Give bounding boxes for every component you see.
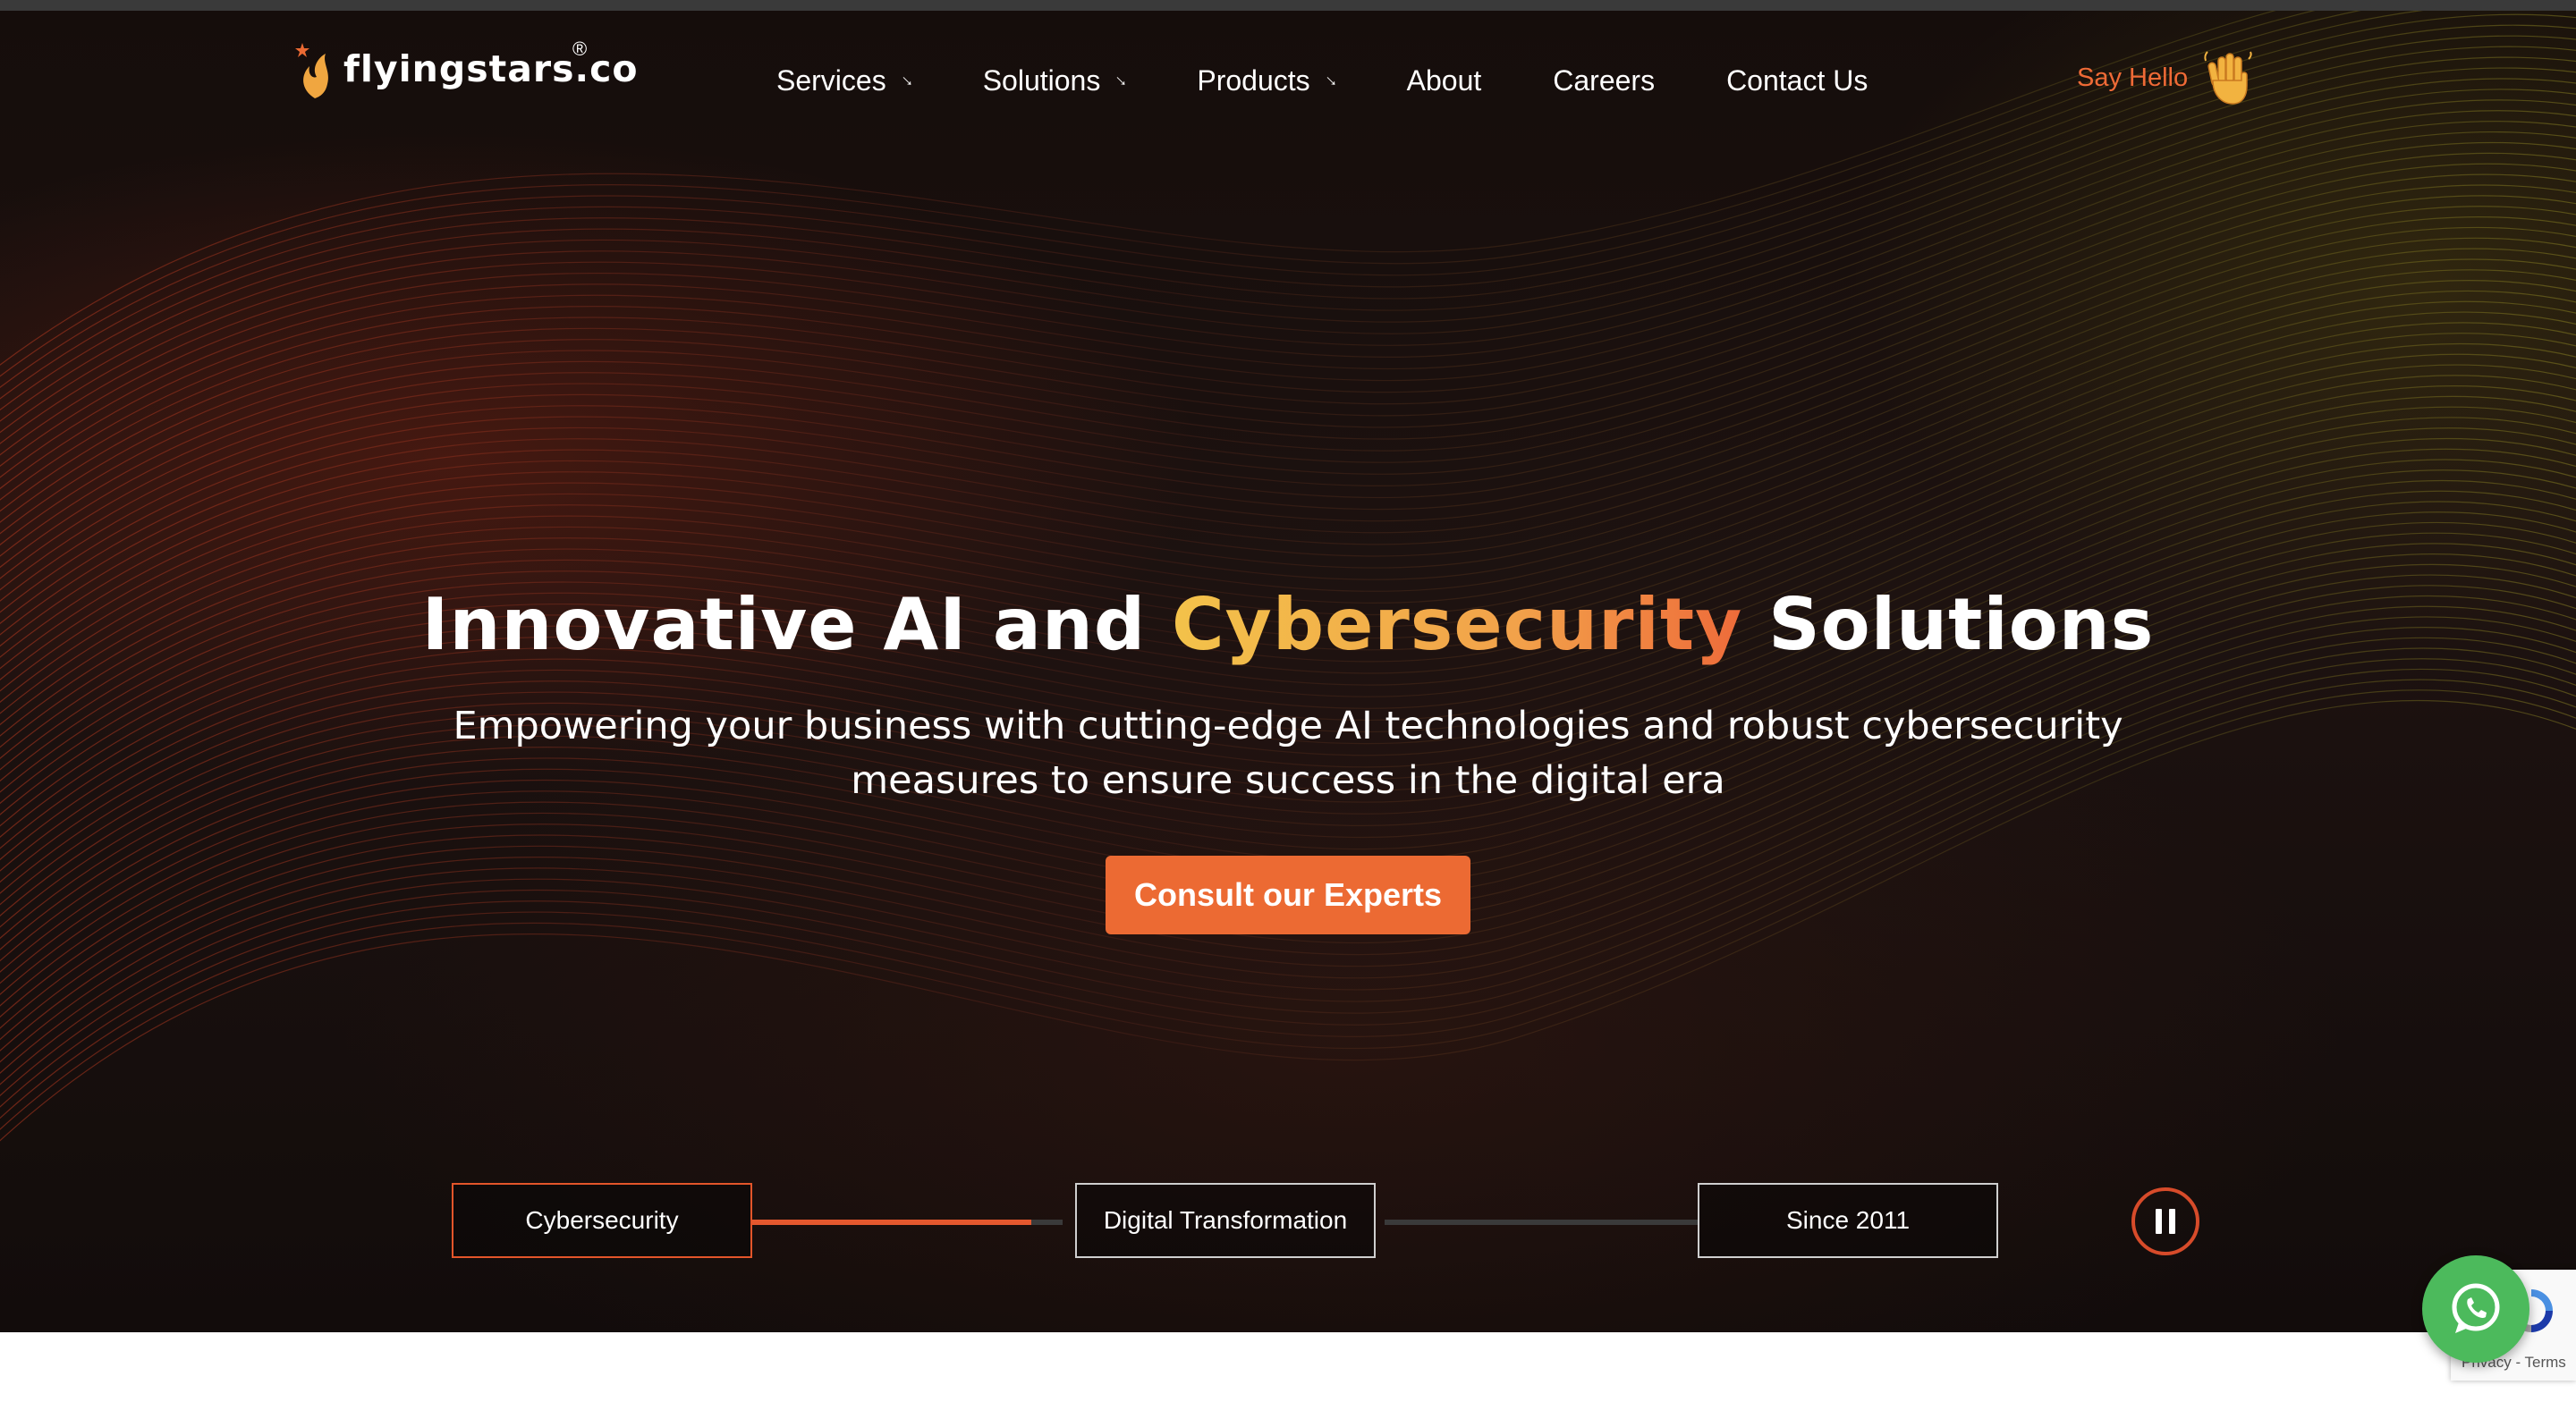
- nav-item-label: About: [1406, 63, 1482, 97]
- timeline-progress-track: [752, 1220, 1063, 1225]
- consult-experts-button[interactable]: Consult our Experts: [1106, 856, 1470, 934]
- whatsapp-icon: [2452, 1283, 2500, 1333]
- wave-line: [0, 417, 2576, 839]
- subheadline-line: Empowering your business with cutting-ed…: [453, 704, 2123, 748]
- wave-line: [0, 99, 2576, 502]
- nav-item-label: Products: [1197, 63, 1310, 97]
- wave-line: [0, 258, 2576, 670]
- nav-item-contact-us[interactable]: Contact Us: [1726, 64, 1868, 97]
- timeline-item-cybersecurity[interactable]: Cybersecurity: [452, 1183, 752, 1258]
- timeline-progress-track: [1385, 1220, 1698, 1225]
- pause-icon: [2156, 1209, 2162, 1234]
- nav-item-label: Careers: [1553, 63, 1656, 97]
- nav-item-label: Solutions: [982, 63, 1101, 97]
- say-hello-label: Say Hello: [2077, 63, 2189, 92]
- wave-line: [0, 141, 2576, 546]
- nav-item-products[interactable]: Products ↓: [1197, 63, 1340, 97]
- timeline-progress-fill: [752, 1220, 1032, 1225]
- background-wave-graphic: [0, 11, 2576, 1142]
- dropdown-arrow-icon: ↓: [1319, 70, 1341, 90]
- nav-item-about[interactable]: About: [1407, 64, 1482, 97]
- nav-item-services[interactable]: Services ↓: [776, 63, 917, 97]
- wave-line: [0, 78, 2576, 478]
- pause-icon-bar: [2169, 1209, 2175, 1234]
- wave-line: [0, 67, 2576, 468]
- whatsapp-chat-button[interactable]: [2422, 1255, 2529, 1363]
- nav-item-careers[interactable]: Careers: [1553, 64, 1655, 97]
- dropdown-arrow-icon: ↓: [896, 70, 917, 90]
- timeline-item-since-2011[interactable]: Since 2011: [1698, 1183, 1998, 1258]
- wave-line: [0, 269, 2576, 681]
- dropdown-arrow-icon: ↓: [1110, 70, 1131, 90]
- hero-headline: Innovative AI and Cybersecurity Solution…: [0, 583, 2576, 666]
- brand-name: flyingstars.co: [343, 47, 639, 90]
- subheadline-line: measures to ensure success in the digita…: [851, 758, 1725, 803]
- logo-flame-icon: [295, 43, 328, 98]
- hero-section: flyingstars.co ® Services ↓ Solutions ↓ …: [0, 11, 2576, 1332]
- brand-logo[interactable]: flyingstars.co ®: [295, 38, 639, 100]
- waving-hand-icon: [2204, 51, 2252, 105]
- nav-item-label: Contact Us: [1726, 63, 1868, 97]
- registered-mark: ®: [572, 38, 588, 60]
- wave-line: [0, 110, 2576, 512]
- wave-line: [0, 89, 2576, 490]
- nav-item-label: Services: [776, 63, 886, 97]
- wave-line: [0, 163, 2576, 569]
- headline-text-start: Innovative AI and: [421, 583, 1172, 666]
- say-hello-link[interactable]: Say Hello: [2077, 50, 2254, 106]
- browser-top-strip: [0, 0, 2576, 11]
- nav-item-solutions[interactable]: Solutions ↓: [982, 63, 1131, 97]
- timeline-item-digital-transformation[interactable]: Digital Transformation: [1075, 1183, 1376, 1258]
- wave-line: [0, 121, 2576, 524]
- pause-button[interactable]: [2131, 1187, 2199, 1255]
- wave-line: [0, 46, 2576, 445]
- headline-text-end: Solutions: [1742, 583, 2155, 666]
- hero-subheadline: Empowering your business with cutting-ed…: [394, 699, 2182, 808]
- headline-accent-text: Cybersecurity: [1171, 583, 1743, 666]
- main-navigation: Services ↓ Solutions ↓ Products ↓ About …: [776, 54, 1868, 107]
- wave-line: [0, 131, 2576, 535]
- wave-line: [0, 152, 2576, 557]
- wave-line: [0, 56, 2576, 456]
